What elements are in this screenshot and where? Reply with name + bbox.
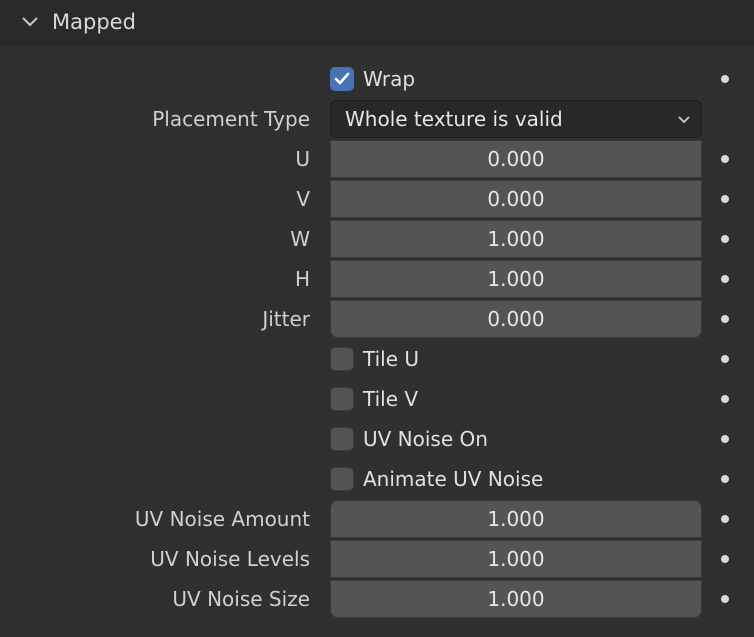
keyframe-dot-icon[interactable] [721,315,729,323]
jitter-field[interactable]: 0.000 [330,300,702,338]
keyframe-dot-icon[interactable] [721,155,729,163]
uv-noise-size-label: UV Noise Size [172,587,310,611]
checkmark-icon [334,72,350,85]
keyframe-dot-icon[interactable] [721,555,729,563]
wrap-checkbox[interactable] [330,67,354,91]
tile-u-row: Tile U [0,339,754,379]
animate-uv-noise-label[interactable]: Animate UV Noise [363,459,543,499]
placement-type-dropdown[interactable]: Whole texture is valid [330,100,702,138]
keyframe-dot-icon[interactable] [721,75,729,83]
v-label: V [296,187,310,211]
jitter-label: Jitter [262,307,310,331]
uv-noise-on-label[interactable]: UV Noise On [363,419,488,459]
keyframe-dot-icon[interactable] [721,475,729,483]
uv-noise-size-row: UV Noise Size 1.000 [0,579,754,619]
placement-type-value: Whole texture is valid [345,107,563,131]
chevron-down-icon[interactable] [20,12,40,32]
uv-noise-levels-field[interactable]: 1.000 [330,540,702,578]
uv-noise-on-row: UV Noise On [0,419,754,459]
keyframe-dot-icon[interactable] [721,195,729,203]
uv-noise-amount-label: UV Noise Amount [134,507,310,531]
h-field[interactable]: 1.000 [330,260,702,298]
tile-u-checkbox[interactable] [330,347,354,371]
h-row: H 1.000 [0,259,754,299]
placement-type-label: Placement Type [152,107,310,131]
keyframe-dot-icon[interactable] [721,435,729,443]
w-label: W [290,227,310,251]
u-row: U 0.000 [0,139,754,179]
animate-uv-noise-checkbox[interactable] [330,467,354,491]
keyframe-dot-icon[interactable] [721,275,729,283]
keyframe-dot-icon[interactable] [721,595,729,603]
uv-noise-levels-label: UV Noise Levels [150,547,310,571]
tile-v-label[interactable]: Tile V [363,379,418,419]
animate-uv-noise-row: Animate UV Noise [0,459,754,499]
panel-header[interactable]: Mapped [0,0,754,46]
uv-noise-amount-row: UV Noise Amount 1.000 [0,499,754,539]
w-field[interactable]: 1.000 [330,220,702,258]
placement-type-row: Placement Type Whole texture is valid [0,99,754,139]
wrap-row: Wrap [0,59,754,99]
keyframe-dot-icon[interactable] [721,395,729,403]
v-row: V 0.000 [0,179,754,219]
v-field[interactable]: 0.000 [330,180,702,218]
uv-noise-levels-row: UV Noise Levels 1.000 [0,539,754,579]
keyframe-dot-icon[interactable] [721,515,729,523]
mapped-panel: Mapped Wrap Placement Type Whole texture… [0,0,754,637]
chevron-down-icon [678,116,690,124]
h-label: H [294,267,310,291]
u-field[interactable]: 0.000 [330,140,702,178]
uv-noise-size-field[interactable]: 1.000 [330,580,702,618]
uv-noise-amount-field[interactable]: 1.000 [330,500,702,538]
wrap-label[interactable]: Wrap [363,59,415,99]
w-row: W 1.000 [0,219,754,259]
tile-u-label[interactable]: Tile U [363,339,419,379]
keyframe-dot-icon[interactable] [721,235,729,243]
tile-v-row: Tile V [0,379,754,419]
jitter-row: Jitter 0.000 [0,299,754,339]
u-label: U [295,147,310,171]
uv-noise-on-checkbox[interactable] [330,427,354,451]
tile-v-checkbox[interactable] [330,387,354,411]
panel-title: Mapped [52,10,136,34]
keyframe-dot-icon[interactable] [721,355,729,363]
